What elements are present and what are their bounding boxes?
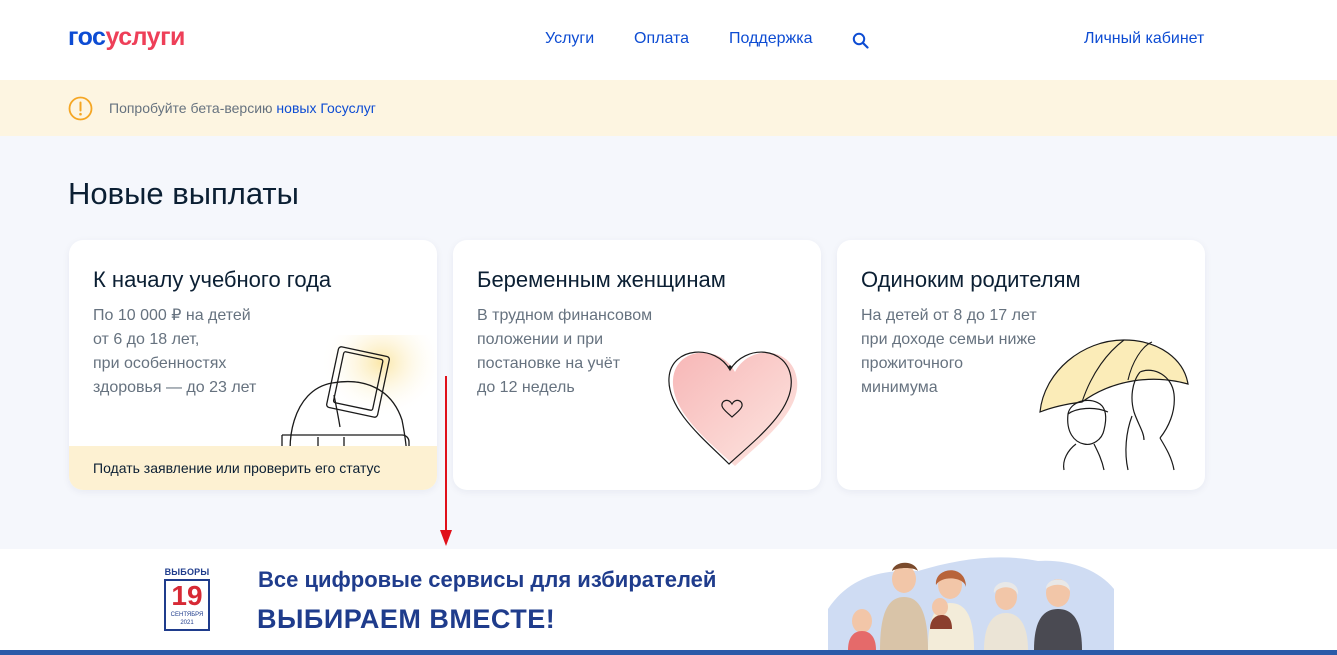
card-footer[interactable]: Подать заявление или проверить его стату…	[69, 446, 437, 490]
annotation-arrow	[440, 376, 452, 546]
apply-or-check-status-link[interactable]: Подать заявление или проверить его стату…	[93, 460, 380, 476]
election-title: ВЫБИРАЕМ ВМЕСТЕ!	[257, 604, 556, 634]
card-description: На детей от 8 до 17 лет при доходе семьи…	[861, 307, 1037, 396]
card-pregnant-women[interactable]: Беременным женщинам В трудном финансовом…	[453, 240, 821, 490]
election-subtitle: Все цифровые сервисы для избирателей	[258, 567, 717, 592]
card-school-year[interactable]: К началу учебного года По 10 000 ₽ на де…	[69, 240, 437, 490]
beta-text: Попробуйте бета-версию новых Госуслуг	[109, 100, 376, 116]
card-description: В трудном финансовом положении и при пос…	[477, 307, 653, 396]
nav-item-support[interactable]: Поддержка	[729, 30, 812, 48]
warning-icon	[68, 96, 93, 121]
search-icon[interactable]	[852, 32, 869, 49]
beta-banner: Попробуйте бета-версию новых Госуслуг	[0, 80, 1337, 136]
section-title: Новые выплаты	[68, 176, 299, 211]
nav-item-payment[interactable]: Оплата	[634, 30, 689, 48]
new-gosuslugi-link[interactable]: новых Госуслуг	[276, 100, 375, 116]
card-single-parents[interactable]: Одиноким родителям На детей от 8 до 17 л…	[837, 240, 1205, 490]
card-title: К началу учебного года	[93, 267, 332, 292]
nav-item-services[interactable]: Услуги	[545, 30, 594, 48]
umbrella-illustration	[1039, 339, 1189, 471]
election-calendar-icon: ВЫБОРЫ 19 СЕНТЯБРЯ 2021	[164, 567, 210, 633]
banner-bottom-bar	[0, 650, 1337, 655]
card-description: По 10 000 ₽ на детей от 6 до 18 лет, при…	[93, 307, 257, 396]
card-title: Беременным женщинам	[477, 267, 726, 292]
personal-account-link[interactable]: Личный кабинет	[1084, 30, 1204, 48]
heart-illustration	[668, 351, 798, 466]
gosuslugi-logo[interactable]: госуслуги	[68, 22, 185, 52]
election-banner[interactable]: ВЫБОРЫ 19 СЕНТЯБРЯ 2021 Все цифровые сер…	[0, 549, 1337, 655]
card-title: Одиноким родителям	[861, 267, 1081, 292]
site-header: госуслуги Услуги Оплата Поддержка Личный…	[0, 0, 1337, 80]
family-illustration	[828, 557, 1114, 650]
